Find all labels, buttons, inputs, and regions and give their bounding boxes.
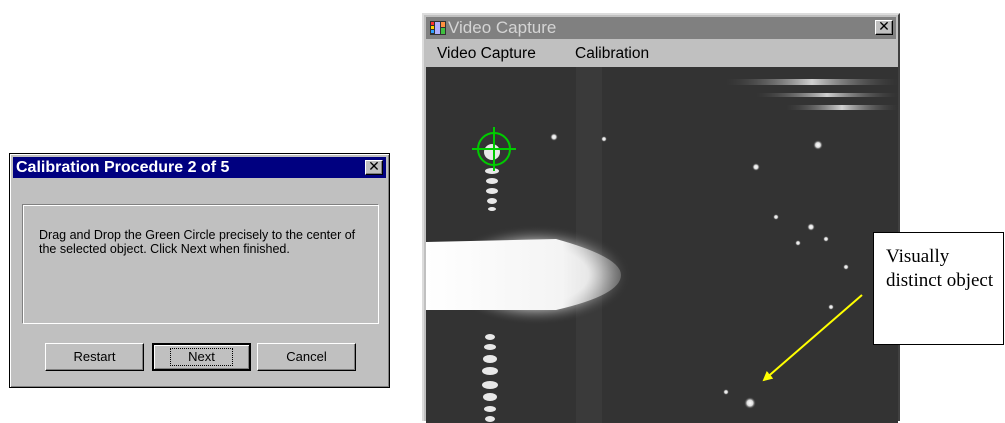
- cancel-button-label: Cancel: [286, 349, 327, 364]
- video-title-bar[interactable]: Video Capture ✕: [426, 17, 896, 39]
- dialog-title: Calibration Procedure 2 of 5: [16, 159, 230, 176]
- video-frame: [426, 67, 898, 423]
- dialog-title-bar[interactable]: Calibration Procedure 2 of 5 ✕: [13, 157, 386, 178]
- dialog-close-button[interactable]: ✕: [365, 160, 383, 175]
- cancel-button[interactable]: Cancel: [257, 343, 356, 371]
- video-capture-window: Video Capture ✕ Video Capture Calibratio…: [422, 13, 900, 423]
- video-window-title: Video Capture: [448, 18, 557, 37]
- video-close-button[interactable]: ✕: [875, 20, 893, 35]
- calibration-dialog: Calibration Procedure 2 of 5 ✕ Drag and …: [9, 153, 390, 388]
- next-button-label: Next: [170, 348, 233, 366]
- restart-button-label: Restart: [73, 349, 116, 364]
- close-icon: ✕: [878, 19, 890, 35]
- instruction-group: Drag and Drop the Green Circle precisely…: [22, 204, 379, 324]
- annotation-text: Visually distinct object: [886, 246, 994, 291]
- menu-video-capture[interactable]: Video Capture: [437, 45, 536, 62]
- video-capture-app-icon: [430, 21, 446, 35]
- video-feed[interactable]: [426, 67, 898, 423]
- distinct-object: [744, 397, 756, 409]
- annotation-callout: Visually distinct object: [873, 232, 1004, 345]
- restart-button[interactable]: Restart: [45, 343, 144, 371]
- menu-bar: Video Capture Calibration: [426, 41, 896, 65]
- close-icon: ✕: [368, 159, 380, 175]
- instruction-text: Drag and Drop the Green Circle precisely…: [39, 228, 356, 256]
- next-button[interactable]: Next: [152, 343, 251, 371]
- menu-calibration[interactable]: Calibration: [575, 45, 649, 62]
